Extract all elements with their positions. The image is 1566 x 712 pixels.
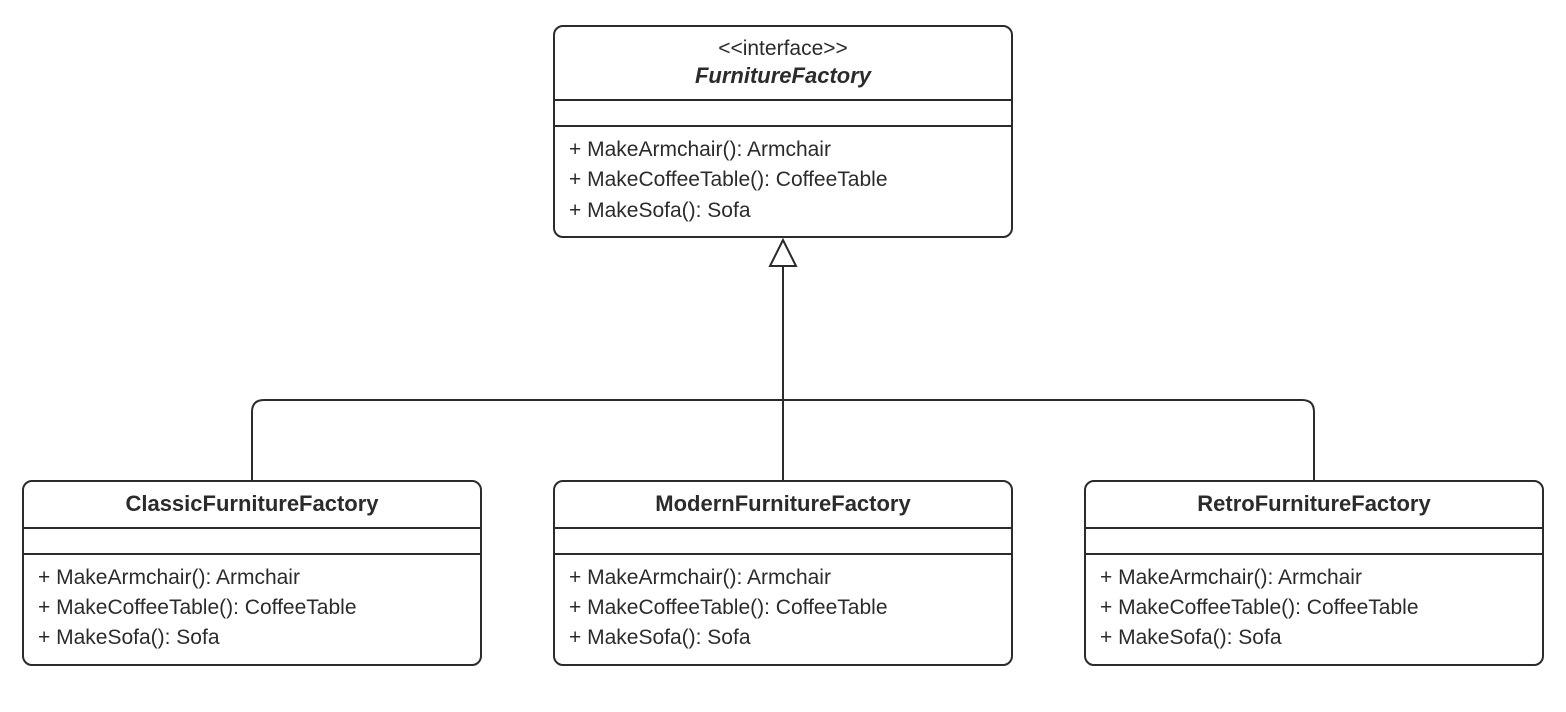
generalization-arrowhead xyxy=(770,240,796,266)
modern-name: ModernFurnitureFactory xyxy=(565,490,1001,519)
op-make-coffeetable: + MakeCoffeeTable(): CoffeeTable xyxy=(38,593,466,623)
op-make-sofa: + MakeSofa(): Sofa xyxy=(38,623,466,653)
retro-name: RetroFurnitureFactory xyxy=(1096,490,1532,519)
classic-name: ClassicFurnitureFactory xyxy=(34,490,470,519)
op-make-sofa: + MakeSofa(): Sofa xyxy=(1100,623,1528,653)
class-modernfurniturefactory: ModernFurnitureFactory + MakeArmchair():… xyxy=(553,480,1013,666)
modern-operations: + MakeArmchair(): Armchair + MakeCoffeeT… xyxy=(555,555,1011,664)
class-classicfurniturefactory: ClassicFurnitureFactory + MakeArmchair()… xyxy=(22,480,482,666)
class-retrofurniturefactory: RetroFurnitureFactory + MakeArmchair(): … xyxy=(1084,480,1544,666)
interface-title: <<interface>> FurnitureFactory xyxy=(555,27,1011,101)
retro-operations: + MakeArmchair(): Armchair + MakeCoffeeT… xyxy=(1086,555,1542,664)
op-make-sofa: + MakeSofa(): Sofa xyxy=(569,196,997,226)
interface-furniturefactory: <<interface>> FurnitureFactory + MakeArm… xyxy=(553,25,1013,238)
classic-title: ClassicFurnitureFactory xyxy=(24,482,480,529)
generalization-bus xyxy=(252,400,1314,480)
interface-operations: + MakeArmchair(): Armchair + MakeCoffeeT… xyxy=(555,127,1011,236)
classic-attributes xyxy=(24,529,480,555)
op-make-armchair: + MakeArmchair(): Armchair xyxy=(569,563,997,593)
op-make-sofa: + MakeSofa(): Sofa xyxy=(569,623,997,653)
interface-stereotype: <<interface>> xyxy=(565,35,1001,62)
interface-name: FurnitureFactory xyxy=(565,62,1001,91)
retro-attributes xyxy=(1086,529,1542,555)
uml-diagram: <<interface>> FurnitureFactory + MakeArm… xyxy=(0,0,1566,712)
op-make-coffeetable: + MakeCoffeeTable(): CoffeeTable xyxy=(1100,593,1528,623)
classic-operations: + MakeArmchair(): Armchair + MakeCoffeeT… xyxy=(24,555,480,664)
interface-attributes xyxy=(555,101,1011,127)
op-make-coffeetable: + MakeCoffeeTable(): CoffeeTable xyxy=(569,593,997,623)
retro-title: RetroFurnitureFactory xyxy=(1086,482,1542,529)
op-make-armchair: + MakeArmchair(): Armchair xyxy=(569,135,997,165)
modern-title: ModernFurnitureFactory xyxy=(555,482,1011,529)
op-make-armchair: + MakeArmchair(): Armchair xyxy=(1100,563,1528,593)
op-make-coffeetable: + MakeCoffeeTable(): CoffeeTable xyxy=(569,165,997,195)
modern-attributes xyxy=(555,529,1011,555)
op-make-armchair: + MakeArmchair(): Armchair xyxy=(38,563,466,593)
